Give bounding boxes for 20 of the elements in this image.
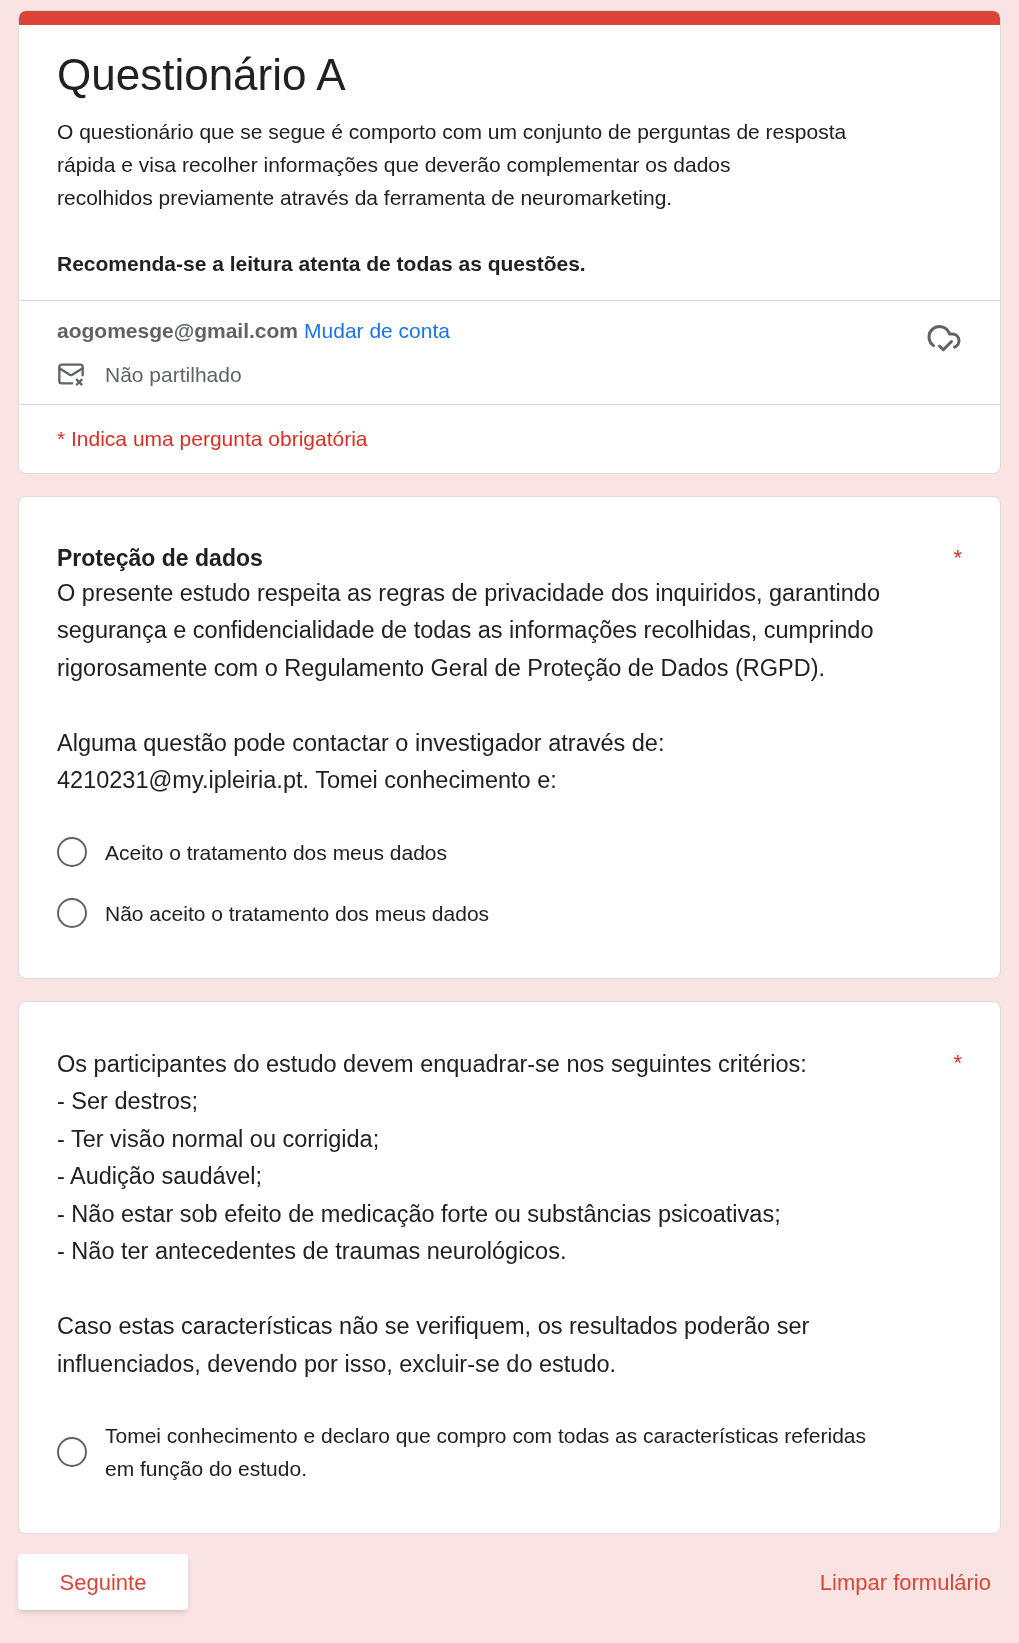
sharing-status: Não partilhado (105, 361, 242, 388)
form-title: Questionário A (57, 49, 347, 101)
switch-account-link[interactable]: Mudar de conta (304, 315, 450, 347)
option-label: Não aceito o tratamento dos meus dados (105, 900, 490, 927)
required-asterisk: * (953, 1048, 962, 1077)
question-title: Proteção de dados (57, 543, 264, 573)
form-notice: Recomenda-se a leitura atenta de todas as questões. (57, 251, 587, 277)
account-email: aogomesge@gmail.com (57, 318, 299, 344)
clear-form-link[interactable]: Limpar formulário (819, 1565, 991, 1599)
radio-button[interactable] (57, 898, 87, 928)
option-label: Tomei conhecimento e declaro que compro com todas as características referidas em função do estudo. (105, 1423, 867, 1482)
radio-button[interactable] (57, 837, 87, 867)
required-asterisk: * (953, 543, 962, 572)
required-note: * Indica uma pergunta obrigatória (57, 427, 368, 450)
next-button[interactable]: Seguinte (18, 1554, 188, 1610)
option-label: Aceito o tratamento dos meus dados (105, 839, 448, 866)
question-text: Os participantes do estudo devem enquadrar-se nos seguintes critérios: - Ser destros; - Ter visão normal ou corrigida; - Audição saudável; - Não estar sob efeito de medicação forte ou substâncias psicoativas; - Não ter antecedentes de traumas neurológicos. Caso estas características não se verifiquem, os resultados poderão ser influenciados, devendo por isso, excluir-se do estudo. (57, 1049, 810, 1379)
question-text: O presente estudo respeita as regras de privacidade dos inquiridos, garantindo segurança e confidencialidade de todas as informações recolhidas, cumprindo rigorosamente com o Regulamento Geral de Proteção de Dados (RGPD). Alguma questão pode contactar o investigador através de: 4210231@my.ipleiria.pt. Tomei conhecimento e: (57, 578, 880, 795)
radio-button[interactable] (57, 1437, 87, 1467)
form-description: O questionário que se segue é comporto com um conjunto de perguntas de resposta rápida e visa recolher informações que deverão complementar os dados recolhidos previamente através da ferramenta de neuromarketing. (57, 119, 848, 211)
